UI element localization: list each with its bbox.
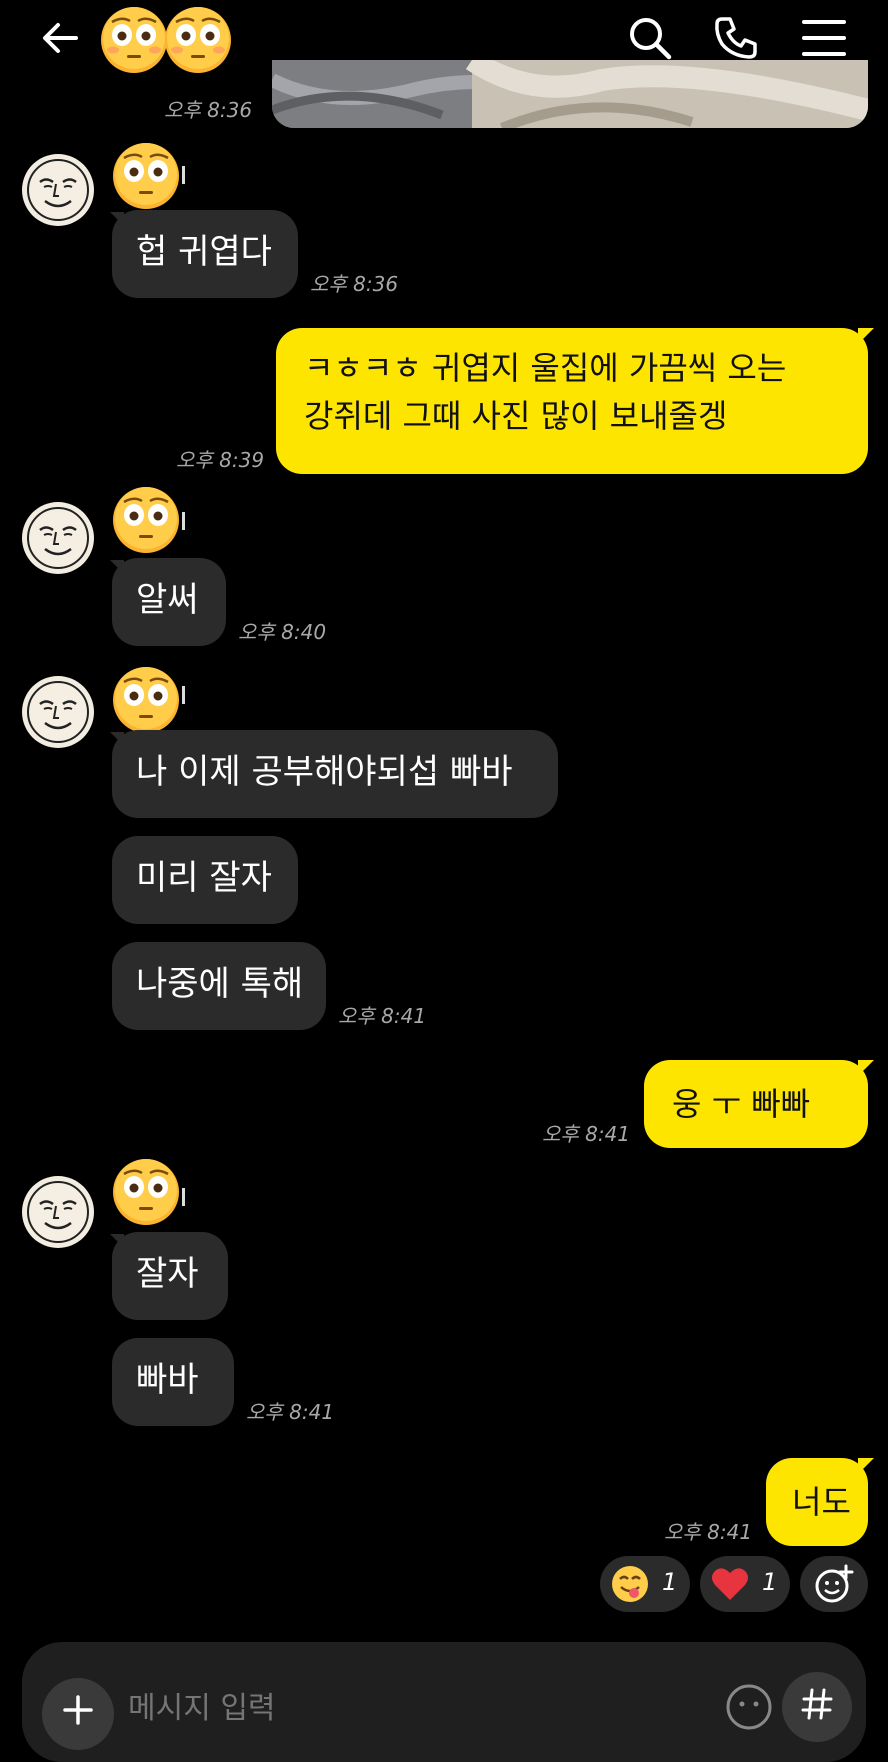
flushed-face-emoji (113, 667, 179, 733)
add-reaction-button[interactable] (800, 1556, 868, 1612)
timestamp: 오후 8:36 (310, 272, 399, 296)
image-message[interactable] (272, 60, 868, 128)
bubble-tail (858, 1060, 874, 1076)
sender-name-fragment (182, 686, 185, 704)
message-composer (22, 1642, 866, 1762)
incoming-message[interactable]: 헙 귀엽다 (112, 210, 298, 298)
avatar[interactable] (22, 502, 94, 574)
timestamp: 오후 8:39 (176, 448, 265, 472)
heart-emoji (712, 1568, 748, 1600)
emoji-icon[interactable] (724, 1682, 774, 1732)
hash-icon (801, 1688, 833, 1720)
flushed-face-emoji (113, 487, 179, 553)
outgoing-message[interactable]: ㅋㅎㅋㅎ 귀엽지 울집에 가끔씩 오는 강쥐데 그때 사진 많이 보내줄겡 (276, 328, 868, 474)
avatar[interactable] (22, 154, 94, 226)
moon-face-icon (27, 159, 89, 221)
moon-face-icon (27, 1181, 89, 1243)
reaction-chip[interactable]: 1 (600, 1556, 690, 1612)
timestamp: 오후 8:41 (338, 1004, 427, 1028)
timestamp: 오후 8:36 (164, 98, 253, 122)
add-attachment-button[interactable] (42, 1678, 114, 1750)
outgoing-message[interactable]: 웅 ㅜ 빠빠 (644, 1060, 868, 1148)
incoming-message[interactable]: 잘자 (112, 1232, 228, 1320)
search-icon[interactable] (626, 14, 674, 62)
outgoing-message[interactable]: 너도 (766, 1458, 868, 1546)
incoming-message[interactable]: 나 이제 공부해야되섭 빠바 (112, 730, 558, 818)
moon-face-icon (27, 681, 89, 743)
flushed-face-emoji (101, 7, 167, 73)
avatar[interactable] (22, 676, 94, 748)
incoming-message[interactable]: 미리 잘자 (112, 836, 298, 924)
moon-face-icon (27, 507, 89, 569)
flushed-face-emoji (113, 143, 179, 209)
plus-icon (63, 1695, 93, 1725)
reaction-count: 1 (662, 1568, 678, 1596)
message-input[interactable] (126, 1682, 690, 1734)
reaction-chip[interactable]: 1 (700, 1556, 790, 1612)
back-arrow-icon[interactable] (36, 14, 84, 62)
bubble-tail (858, 1458, 874, 1474)
incoming-message[interactable]: 알써 (112, 558, 226, 646)
avatar[interactable] (22, 1176, 94, 1248)
incoming-message[interactable]: 빠바 (112, 1338, 234, 1426)
phone-icon[interactable] (712, 14, 760, 62)
sender-name-fragment (182, 512, 185, 530)
photo-thumbnail (272, 60, 868, 128)
yum-face-emoji (612, 1566, 648, 1602)
message-line: 강쥐데 그때 사진 많이 보내줄겡 (304, 397, 728, 435)
reaction-count: 1 (762, 1568, 778, 1596)
hashtag-search-button[interactable] (782, 1672, 852, 1742)
incoming-message[interactable]: 나중에 톡해 (112, 942, 326, 1030)
timestamp: 오후 8:41 (246, 1400, 335, 1424)
bubble-tail (858, 328, 874, 344)
flushed-face-emoji (113, 1159, 179, 1225)
add-reaction-icon (815, 1564, 854, 1603)
sender-name-fragment (182, 1188, 185, 1206)
message-line: ㅋㅎㅋㅎ 귀엽지 울집에 가끔씩 오는 (304, 349, 787, 387)
timestamp: 오후 8:41 (542, 1122, 631, 1146)
timestamp: 오후 8:41 (664, 1520, 753, 1544)
flushed-face-emoji (165, 7, 231, 73)
menu-icon[interactable] (800, 14, 848, 62)
timestamp: 오후 8:40 (238, 620, 327, 644)
sender-name-fragment (182, 166, 185, 184)
